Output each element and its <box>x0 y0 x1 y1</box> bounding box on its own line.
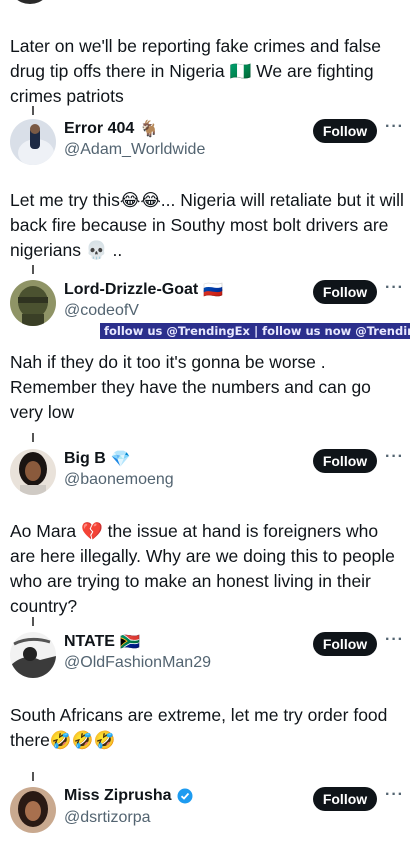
verified-badge-icon <box>177 788 193 804</box>
user-row: Miss Ziprusha @dsrtizorpa Follow ··· <box>0 785 410 841</box>
user-handle[interactable]: @baonemoeng <box>64 471 174 489</box>
display-name[interactable]: Big B 💎 <box>64 449 131 469</box>
follow-button[interactable]: Follow <box>313 787 377 811</box>
post-text: South Africans are extreme, let me try o… <box>10 705 388 750</box>
avatar[interactable] <box>10 280 56 326</box>
follow-button[interactable]: Follow <box>313 632 377 656</box>
user-handle[interactable]: @OldFashionMan29 <box>64 654 211 672</box>
thread-line <box>32 265 34 274</box>
watermark-banner: follow us @TrendingEx | follow us now @T… <box>100 323 410 339</box>
name-text: Big B <box>64 450 106 467</box>
thread-line <box>32 433 34 442</box>
post-text: Nah if they do it too it's gonna be wors… <box>10 352 371 422</box>
avatar[interactable] <box>10 787 56 833</box>
display-name[interactable]: NTATE 🇿🇦 <box>64 632 140 652</box>
follow-button[interactable]: Follow <box>313 280 377 304</box>
user-handle[interactable]: @dsrtizorpa <box>64 809 151 827</box>
diamond-icon: 💎 <box>110 451 131 468</box>
more-options-icon[interactable]: ··· <box>385 118 404 136</box>
south-africa-flag-icon: 🇿🇦 <box>119 634 140 651</box>
display-name[interactable]: Lord-Drizzle-Goat 🇷🇺 <box>64 280 223 300</box>
user-row: Error 404 🐐 @Adam_Worldwide Follow ··· <box>0 117 410 173</box>
thread-line <box>32 617 34 626</box>
more-options-icon[interactable]: ··· <box>385 448 404 466</box>
display-name[interactable]: Error 404 🐐 <box>64 119 159 139</box>
thread-line <box>32 772 34 781</box>
follow-button[interactable]: Follow <box>313 449 377 473</box>
post-text: Later on we'll be reporting fake crimes … <box>10 36 382 106</box>
user-row: Big B 💎 @baonemoeng Follow ··· <box>0 447 410 503</box>
name-text: Miss Ziprusha <box>64 787 172 804</box>
user-handle[interactable]: @codeofV <box>64 302 139 320</box>
name-text: Error 404 <box>64 120 135 137</box>
previous-avatar[interactable] <box>8 0 52 4</box>
avatar[interactable] <box>10 449 56 495</box>
more-options-icon[interactable]: ··· <box>385 786 404 804</box>
thread-line <box>32 106 34 115</box>
more-options-icon[interactable]: ··· <box>385 279 404 297</box>
more-options-icon[interactable]: ··· <box>385 631 404 649</box>
follow-button[interactable]: Follow <box>313 119 377 143</box>
display-name[interactable]: Miss Ziprusha <box>64 787 193 805</box>
goat-icon: 🐐 <box>139 121 160 138</box>
avatar[interactable] <box>10 119 56 165</box>
name-text: NTATE <box>64 633 115 650</box>
name-text: Lord-Drizzle-Goat <box>64 281 199 298</box>
user-handle[interactable]: @Adam_Worldwide <box>64 141 205 159</box>
post-text: Ao Mara 💔 the issue at hand is foreigner… <box>10 521 395 616</box>
avatar[interactable] <box>10 632 56 678</box>
user-row: NTATE 🇿🇦 @OldFashionMan29 Follow ··· <box>0 630 410 686</box>
russia-flag-icon: 🇷🇺 <box>203 282 224 299</box>
post-text: Let me try this😂😂... Nigeria will retali… <box>10 190 404 260</box>
